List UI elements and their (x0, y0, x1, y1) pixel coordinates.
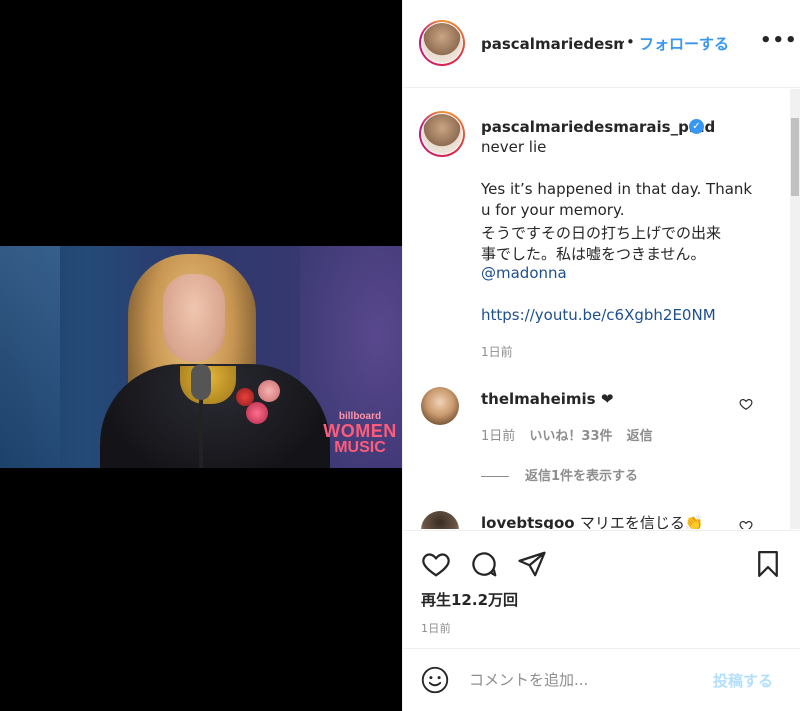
caption-avatar[interactable] (419, 111, 465, 157)
post-timestamp[interactable]: 1日前 (421, 620, 451, 636)
scrollbar-thumb[interactable] (791, 118, 799, 196)
microphone (191, 364, 211, 400)
avatar-image (422, 114, 462, 154)
avatar-image (422, 23, 462, 63)
bookmark-icon[interactable] (753, 549, 783, 579)
post-comment-button[interactable]: 投稿する (713, 670, 773, 691)
logo-line: MUSIC (334, 439, 386, 456)
comment-like-heart-icon[interactable] (739, 397, 753, 411)
performer-face (163, 274, 225, 362)
replies-divider (481, 476, 509, 477)
comment-likes[interactable]: いいね！33件 (529, 429, 612, 444)
verified-badge-icon: ✓ (689, 119, 704, 134)
rose-decoration (246, 402, 268, 424)
post-header: pascalmariedesmarais_pmd • フォローする ••• (403, 0, 800, 88)
caption-line: そうですその日の打ち上げでの出来 (481, 224, 722, 242)
caption-username[interactable]: pascalmariedesmarais_pmd (481, 118, 715, 136)
more-options-icon[interactable]: ••• (760, 30, 798, 51)
media-panel[interactable]: billboard WOMEN MUSIC (0, 0, 402, 711)
comment-input[interactable] (469, 667, 699, 693)
billboard-women-music-logo: billboard WOMEN MUSIC (322, 412, 398, 456)
comment-username[interactable]: lovebtsgoo マリエを信じる👏 (481, 512, 704, 529)
stage-light (0, 246, 60, 468)
logo-line: WOMEN (323, 421, 397, 441)
caption-line: never lie (481, 138, 547, 156)
commenter-avatar[interactable] (421, 511, 459, 529)
comment-icon[interactable] (469, 549, 499, 579)
post-actions: 再生12.2万回 1日前 (403, 530, 800, 648)
header-username[interactable]: pascalmariedesmarais_pmd (481, 35, 624, 53)
view-count: 再生12.2万回 (421, 591, 519, 609)
follow-button[interactable]: フォローする (639, 33, 729, 54)
caption-line: 事でした。私は嘘をつきません。 (481, 245, 706, 263)
comment-meta: 1日前 いいね！33件 返信 (481, 425, 663, 444)
comment-like-heart-icon[interactable] (739, 519, 753, 529)
reply-button[interactable]: 返信 (627, 429, 653, 444)
comments-list[interactable]: pascalmariedesmarais_pmd ✓ I never lie Y… (403, 89, 800, 529)
commenter-avatar[interactable] (421, 387, 459, 425)
header-avatar[interactable] (419, 20, 465, 66)
comment-username-text[interactable]: thelmaheimis (481, 390, 596, 408)
comment-time[interactable]: 1日前 (481, 429, 515, 444)
separator-dot: • (626, 33, 635, 51)
view-replies-button[interactable]: 返信1件を表示する (481, 465, 638, 484)
caption-timestamp[interactable]: 1日前 (481, 343, 513, 360)
caption-line: u for your memory. (481, 201, 625, 219)
heart-icon[interactable] (421, 549, 451, 579)
add-comment-bar: 投稿する (403, 648, 800, 711)
video-player[interactable]: billboard WOMEN MUSIC (0, 246, 402, 468)
emoji-icon[interactable] (421, 666, 449, 694)
post-side-panel: pascalmariedesmarais_pmd • フォローする ••• pa… (402, 0, 800, 711)
mention-link[interactable]: @madonna (481, 264, 567, 282)
youtube-link[interactable]: https://youtu.be/c6Xgbh2E0NM (481, 306, 716, 324)
comment-username[interactable]: thelmaheimis ❤ (481, 390, 613, 408)
view-replies-label[interactable]: 返信1件を表示する (525, 469, 638, 484)
caption-line: Yes it’s happened in that day. Thank (481, 180, 753, 198)
rose-decoration (258, 380, 280, 402)
rose-decoration (236, 388, 254, 406)
comment-text: マリエを信じる👏 (579, 514, 704, 529)
comment-username-text[interactable]: lovebtsgoo (481, 514, 575, 529)
share-icon[interactable] (517, 549, 547, 579)
comments-scrollbar[interactable] (790, 89, 800, 529)
comment-text: ❤ (600, 390, 614, 408)
caption-line: I (710, 118, 715, 136)
